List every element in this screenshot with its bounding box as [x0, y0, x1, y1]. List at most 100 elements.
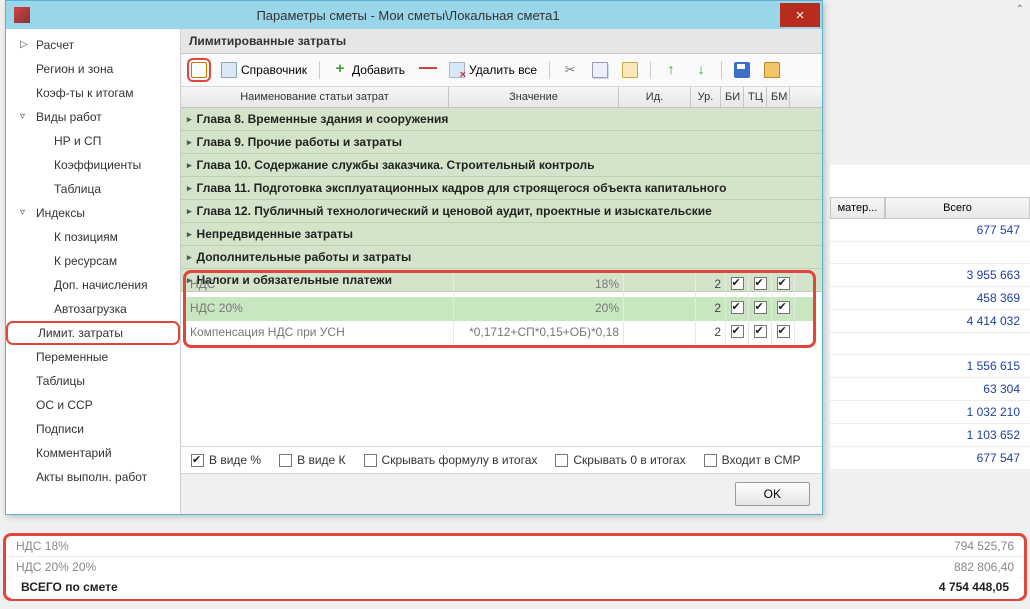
grid-body: ▸Глава 8. Временные здания и сооружения▸… — [181, 108, 822, 446]
cell-bi[interactable] — [726, 321, 749, 345]
close-button[interactable]: × — [780, 3, 820, 27]
delete-all-button[interactable]: Удалить все — [445, 59, 541, 81]
table-row[interactable]: НДС 20%20%2 — [186, 297, 813, 321]
totals-cell: 63 304 — [830, 378, 1030, 401]
tree-item[interactable]: Коэффициенты — [6, 153, 180, 177]
move-down-button[interactable]: ↓ — [689, 59, 713, 81]
cell-level: 2 — [696, 321, 726, 345]
chevron-right-icon: ▸ — [187, 137, 192, 148]
column-header-mater[interactable]: матер... — [830, 197, 885, 219]
col-header-name[interactable]: Наименование статьи затрат — [181, 87, 449, 107]
opt-as-percent[interactable]: В виде % — [191, 453, 261, 467]
tree-item[interactable]: Лимит. затраты — [6, 321, 180, 345]
chapter-row[interactable]: ▸Непредвиденные затраты — [181, 223, 822, 246]
reference-button[interactable]: Справочник — [217, 59, 311, 81]
tree-item[interactable]: Акты выполн. работ — [6, 465, 180, 489]
checkbox-icon — [731, 325, 744, 338]
delete-all-icon — [449, 62, 465, 78]
chapter-label: Глава 11. Подготовка эксплуатационных ка… — [197, 181, 727, 195]
tree-item[interactable]: НР и СП — [6, 129, 180, 153]
cell-id — [624, 273, 696, 297]
chevron-right-icon: ▸ — [187, 206, 192, 217]
col-header-bi[interactable]: БИ — [721, 87, 744, 107]
tree-item[interactable]: К ресурсам — [6, 249, 180, 273]
add-button[interactable]: + Добавить — [328, 59, 409, 81]
add-label: Добавить — [352, 63, 405, 77]
opt-as-coef[interactable]: В виде К — [279, 453, 345, 467]
tree-item-label: К ресурсам — [54, 254, 117, 268]
tree-item[interactable]: Таблицы — [6, 369, 180, 393]
arrow-up-icon: ↑ — [663, 62, 679, 78]
cell-name: НДС 20% — [186, 297, 454, 321]
checkbox-icon — [731, 301, 744, 314]
copy-icon — [592, 62, 608, 78]
chevron-right-icon: ▸ — [187, 160, 192, 171]
cell-bm[interactable] — [772, 273, 795, 297]
table-row[interactable]: НДС18% 2 — [186, 273, 813, 297]
cell-name: НДС — [186, 273, 454, 297]
ok-button[interactable]: OK — [735, 482, 810, 506]
save-button[interactable] — [730, 59, 754, 81]
totals-cell: 1 103 652 — [830, 424, 1030, 447]
col-header-id[interactable]: Ид. — [619, 87, 691, 107]
tree-item[interactable]: ▿Виды работ — [6, 105, 180, 129]
tree-item[interactable]: Подписи — [6, 417, 180, 441]
move-up-button[interactable]: ↑ — [659, 59, 683, 81]
reference-label: Справочник — [241, 63, 307, 77]
tree-item[interactable]: К позициям — [6, 225, 180, 249]
chapter-row[interactable]: ▸Глава 8. Временные здания и сооружения — [181, 108, 822, 131]
tree-item-label: Таблицы — [36, 374, 85, 388]
chapter-row[interactable]: ▸Глава 10. Содержание службы заказчика. … — [181, 154, 822, 177]
open-button[interactable] — [760, 59, 784, 81]
collapse-caret[interactable]: ⌃ — [1016, 4, 1024, 15]
remove-button[interactable]: — — [415, 59, 439, 81]
totals-cell: 677 547 — [830, 219, 1030, 242]
cell-bm[interactable] — [772, 321, 795, 345]
checkbox-icon — [777, 301, 790, 314]
cell-id — [624, 321, 696, 345]
opt-in-smr[interactable]: Входит в СМР — [704, 453, 801, 467]
tree-item[interactable]: ▿Индексы — [6, 201, 180, 225]
table-row[interactable]: Компенсация НДС при УСН*0,1712+СП*0,15+О… — [186, 321, 813, 345]
tree-item-label: Коэффициенты — [54, 158, 141, 172]
col-header-value[interactable]: Значение — [449, 87, 619, 107]
cell-bi[interactable] — [726, 273, 749, 297]
cell-tc[interactable] — [749, 297, 772, 321]
cell-bi[interactable] — [726, 297, 749, 321]
cell-tc[interactable] — [749, 321, 772, 345]
cell-value: 18% — [454, 273, 624, 297]
tree-item[interactable]: Переменные — [6, 345, 180, 369]
opt-hide-formula[interactable]: Скрывать формулу в итогах — [364, 453, 538, 467]
chapter-row[interactable]: ▸Глава 9. Прочие работы и затраты — [181, 131, 822, 154]
tree-item[interactable]: Таблица — [6, 177, 180, 201]
tree-item[interactable]: Доп. начисления — [6, 273, 180, 297]
book-icon — [221, 62, 237, 78]
column-header-total[interactable]: Всего — [885, 197, 1030, 219]
chapter-row[interactable]: ▸Глава 12. Публичный технологический и ц… — [181, 200, 822, 223]
copy-button[interactable] — [588, 59, 612, 81]
cell-tc[interactable] — [749, 273, 772, 297]
col-header-bm[interactable]: БМ — [767, 87, 790, 107]
chapter-row[interactable]: ▸Дополнительные работы и затраты — [181, 246, 822, 269]
card-button[interactable] — [187, 58, 211, 82]
dialog-footer: OK — [181, 473, 822, 514]
col-header-level[interactable]: Ур. — [691, 87, 721, 107]
tree-item[interactable]: Регион и зона — [6, 57, 180, 81]
tree-item[interactable]: Коэф-ты к итогам — [6, 81, 180, 105]
tree-item[interactable]: ▷Расчет — [6, 33, 180, 57]
chapter-row[interactable]: ▸Глава 11. Подготовка эксплуатационных к… — [181, 177, 822, 200]
col-header-tc[interactable]: ТЦ — [744, 87, 767, 107]
checkbox-icon — [754, 301, 767, 314]
totals-cell: 677 547 — [830, 447, 1030, 470]
cut-button[interactable]: ✂ — [558, 59, 582, 81]
chevron-right-icon: ▸ — [187, 114, 192, 125]
opt-hide-zero[interactable]: Скрывать 0 в итогах — [555, 453, 685, 467]
cell-bm[interactable] — [772, 297, 795, 321]
cell-level: 2 — [696, 273, 726, 297]
tree-item[interactable]: Комментарий — [6, 441, 180, 465]
scissors-icon: ✂ — [562, 62, 578, 78]
tree-item[interactable]: Автозагрузка — [6, 297, 180, 321]
tree-item[interactable]: ОС и ССР — [6, 393, 180, 417]
totals-cell: 1 556 615 — [830, 355, 1030, 378]
paste-button[interactable] — [618, 59, 642, 81]
